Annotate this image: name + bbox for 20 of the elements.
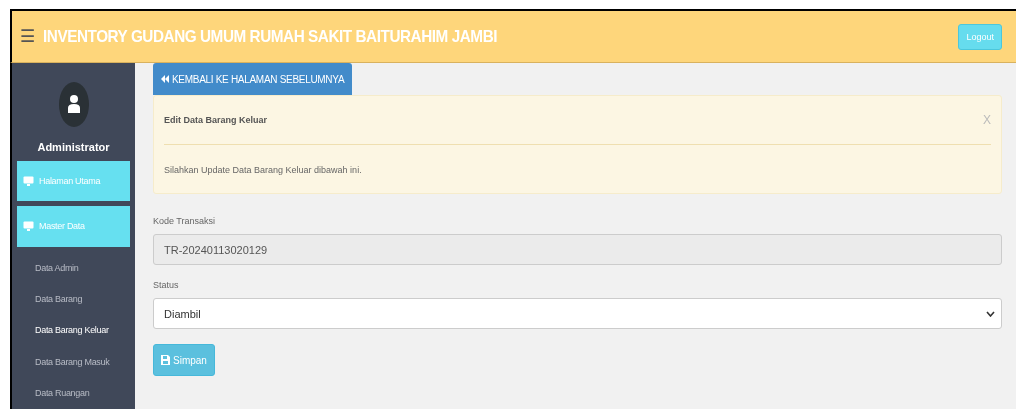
field-label: Kode Transaksi	[153, 216, 217, 226]
floppy-icon	[161, 355, 170, 365]
select-field[interactable]: Diambil	[153, 298, 1002, 329]
chevron-down-icon	[986, 310, 995, 317]
monitor-icon	[23, 221, 34, 232]
app-title: INVENTORY GUDANG UMUM RUMAH SAKIT BAITURAHIM JAMBI	[43, 26, 499, 47]
field-label: Status	[153, 280, 180, 290]
menu-icon[interactable]: ☰	[20, 26, 35, 47]
submenu-item[interactable]: Data Ruangan	[17, 377, 130, 409]
double-chevron-icon	[161, 75, 169, 83]
alert-title: Edit Data Barang Keluar	[164, 115, 268, 125]
submenu-item[interactable]: Data Admin	[17, 251, 130, 284]
back-button[interactable]: KEMBALI KE HALAMAN SEBELUMNYA	[153, 63, 353, 95]
alert-message: Silahkan Update Data Barang Keluar dibawah ini.	[164, 164, 363, 177]
avatar-icon	[58, 82, 89, 127]
submenu-item[interactable]: Data Barang	[17, 283, 130, 315]
submenu-item[interactable]: Data Barang Keluar	[17, 314, 130, 347]
user-name: Administrator	[36, 140, 111, 153]
submenu-item[interactable]: Data Barang Masuk	[17, 346, 130, 378]
monitor-icon	[23, 175, 34, 186]
